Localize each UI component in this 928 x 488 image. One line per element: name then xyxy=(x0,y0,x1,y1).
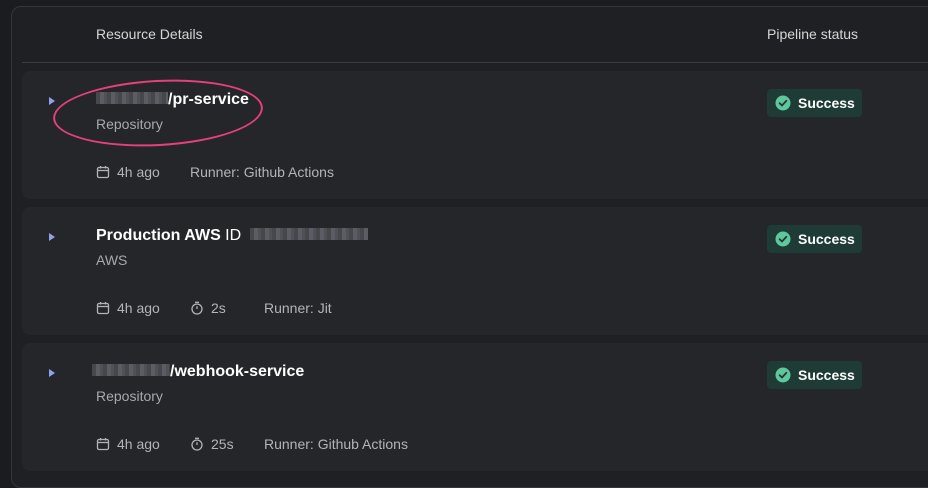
duration-value: 2s xyxy=(211,300,226,316)
check-circle-icon xyxy=(775,95,791,111)
resource-title[interactable]: /webhook-service xyxy=(92,363,304,381)
expand-caret-icon[interactable] xyxy=(49,97,55,105)
runner-label: Runner: Github Actions xyxy=(190,164,334,180)
stopwatch-icon xyxy=(191,437,203,451)
time-meta: 4h ago xyxy=(96,300,160,316)
resource-title[interactable]: /pr-service xyxy=(96,91,249,109)
resource-type: Repository xyxy=(96,388,163,404)
table-row[interactable]: /pr-service Repository 4h ago Runner: Gi… xyxy=(22,71,928,199)
status-badge: Success xyxy=(767,361,862,389)
resource-type: Repository xyxy=(96,116,163,132)
column-pipeline-status: Pipeline status xyxy=(767,26,859,42)
redacted-owner xyxy=(96,92,168,105)
resource-name: Production AWS xyxy=(96,227,221,244)
redacted-id xyxy=(249,228,368,241)
table-row[interactable]: Production AWS ID AWS 4h ago 2s Runner: … xyxy=(22,207,928,335)
time-ago: 4h ago xyxy=(117,300,160,316)
runner-meta: Runner: Github Actions xyxy=(264,436,408,452)
calendar-icon xyxy=(96,166,110,179)
status-label: Success xyxy=(798,95,855,111)
runner-label: Runner: Github Actions xyxy=(264,436,408,452)
check-circle-icon xyxy=(775,367,791,383)
resource-name: /pr-service xyxy=(168,91,249,108)
runner-meta: Runner: Github Actions xyxy=(190,164,334,180)
expand-caret-icon[interactable] xyxy=(49,369,55,377)
resource-title[interactable]: Production AWS ID xyxy=(96,227,368,245)
time-meta: 4h ago xyxy=(96,164,160,180)
table-header: Resource Details Pipeline status xyxy=(22,0,928,63)
calendar-icon xyxy=(96,438,110,451)
status-label: Success xyxy=(798,231,855,247)
status-label: Success xyxy=(798,367,855,383)
resource-id-label: ID xyxy=(220,227,242,244)
time-ago: 4h ago xyxy=(117,164,160,180)
resource-type: AWS xyxy=(96,252,128,268)
column-resource-details: Resource Details xyxy=(96,26,203,42)
duration-meta: 2s xyxy=(190,300,226,316)
runner-meta: Runner: Jit xyxy=(264,300,332,316)
stopwatch-icon xyxy=(191,301,203,315)
time-ago: 4h ago xyxy=(117,436,160,452)
duration-value: 25s xyxy=(211,436,234,452)
runner-label: Runner: Jit xyxy=(264,300,332,316)
resource-name: /webhook-service xyxy=(170,363,305,380)
calendar-icon xyxy=(96,302,110,315)
time-meta: 4h ago xyxy=(96,436,160,452)
redacted-owner xyxy=(92,364,170,377)
status-badge: Success xyxy=(767,89,862,117)
duration-meta: 25s xyxy=(190,436,234,452)
check-circle-icon xyxy=(775,231,791,247)
expand-caret-icon[interactable] xyxy=(49,233,55,241)
table-row[interactable]: /webhook-service Repository 4h ago 25s R… xyxy=(22,343,928,471)
status-badge: Success xyxy=(767,225,862,253)
